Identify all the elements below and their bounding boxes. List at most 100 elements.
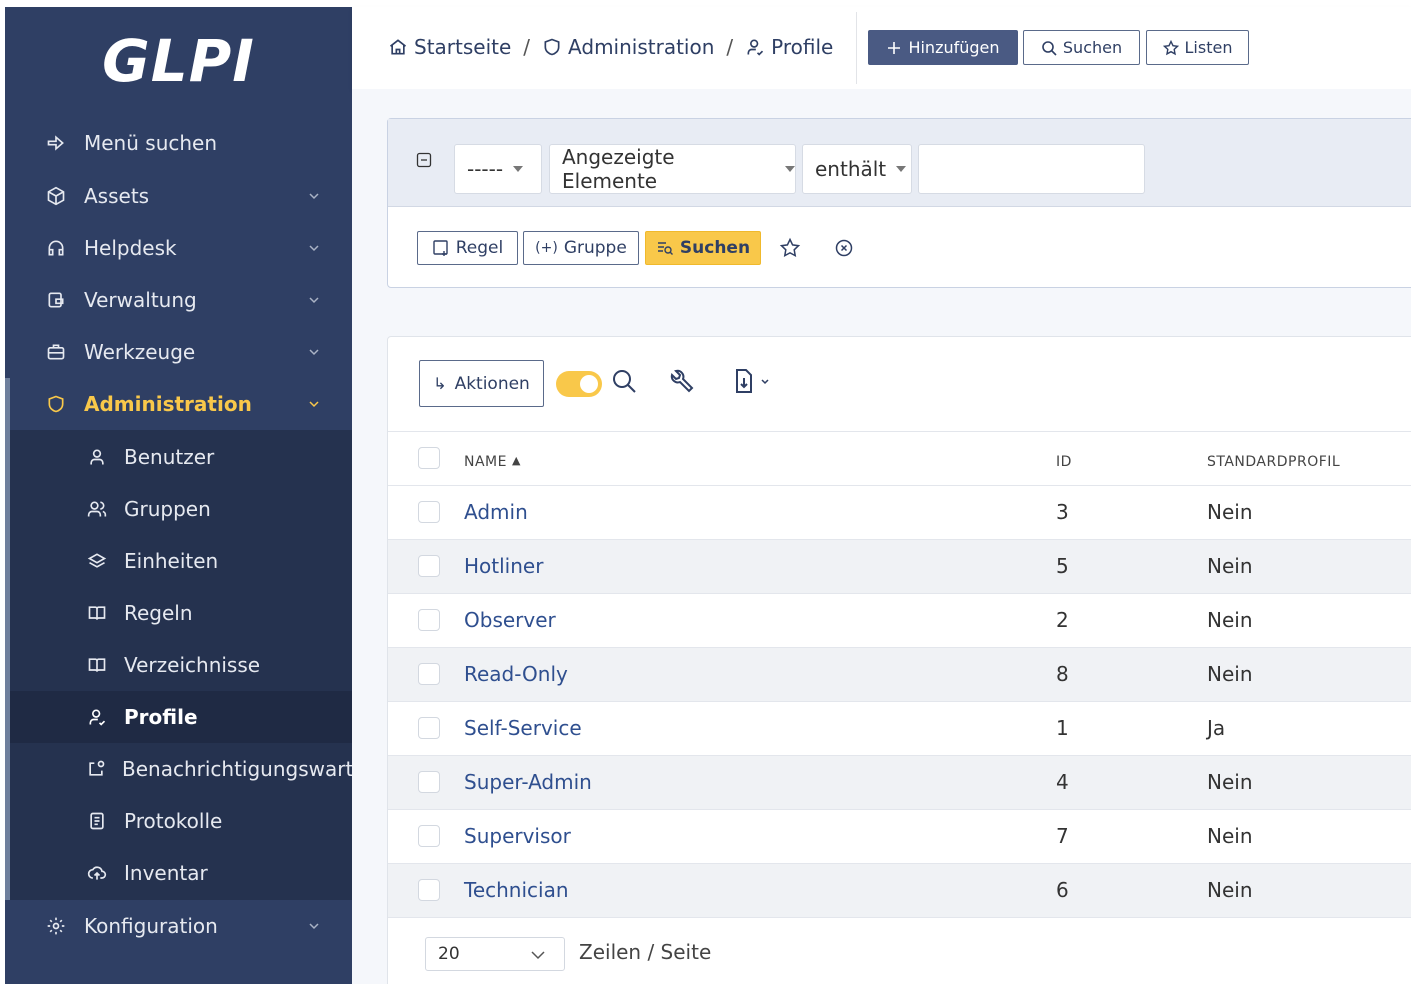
sidebar-item-protokolle[interactable]: Protokolle: [10, 795, 352, 847]
add-group-button[interactable]: (+) Gruppe: [523, 231, 639, 265]
home-icon: [389, 39, 407, 55]
row-checkbox[interactable]: [418, 555, 440, 577]
sort-asc-icon: ▲: [511, 454, 521, 467]
profile-name-link[interactable]: Observer: [464, 608, 556, 632]
sidebar-item-werkzeuge[interactable]: Werkzeuge: [5, 326, 352, 378]
export-icon[interactable]: [732, 367, 772, 395]
column-name-header[interactable]: NAME ▲: [464, 454, 521, 470]
sidebar-item-verzeichnisse[interactable]: Verzeichnisse: [10, 639, 352, 691]
sidebar-item-label: Menü suchen: [84, 131, 218, 155]
page-size-select[interactable]: 20: [425, 937, 565, 971]
add-rule-button[interactable]: Regel: [417, 231, 518, 265]
profile-id: 3: [1056, 500, 1069, 524]
sidebar-item-benutzer[interactable]: Benutzer: [10, 431, 352, 483]
profile-name-link[interactable]: Self-Service: [464, 716, 582, 740]
breadcrumb-administration[interactable]: Administration: [542, 35, 714, 59]
star-icon[interactable]: [779, 237, 801, 259]
lists-button[interactable]: Listen: [1146, 30, 1249, 65]
select-all-checkbox[interactable]: [418, 447, 440, 469]
sidebar-item-label: Einheiten: [124, 549, 219, 573]
sidebar-item-label: Gruppen: [124, 497, 211, 521]
search-toggle[interactable]: [556, 371, 602, 397]
profile-name-link[interactable]: Read-Only: [464, 662, 568, 686]
profile-name-link[interactable]: Admin: [464, 500, 528, 524]
row-checkbox[interactable]: [418, 771, 440, 793]
shield-icon: [544, 38, 560, 56]
profile-default: Nein: [1207, 500, 1253, 524]
shield-icon: [45, 393, 67, 415]
sidebar-item-label: Inventar: [124, 861, 208, 885]
add-button[interactable]: Hinzufügen: [868, 30, 1018, 65]
run-search-button[interactable]: Suchen: [645, 231, 761, 265]
row-checkbox[interactable]: [418, 879, 440, 901]
cloud-upload-icon: [86, 862, 108, 884]
sidebar-item-label: Konfiguration: [84, 914, 218, 938]
profile-default: Nein: [1207, 770, 1253, 794]
corner-arrow-icon: ↳: [433, 374, 447, 393]
sidebar-item-benachrichtigungswarteschlange[interactable]: Benachrichtigungswarte: [10, 743, 352, 795]
sidebar-item-administration[interactable]: Administration: [5, 378, 352, 430]
row-checkbox[interactable]: [418, 663, 440, 685]
sidebar-item-verwaltung[interactable]: Verwaltung: [5, 274, 352, 326]
profile-name-link[interactable]: Technician: [464, 878, 569, 902]
book-icon: [86, 602, 108, 624]
sidebar-item-konfiguration[interactable]: Konfiguration: [5, 900, 352, 952]
sidebar-item-inventar[interactable]: Inventar: [10, 847, 352, 899]
sidebar-item-label: Verwaltung: [84, 288, 197, 312]
results-panel: ↳ Aktionen NAME ▲ ID STANDARDPROFIL Admi…: [387, 336, 1411, 984]
briefcase-icon: [45, 341, 67, 363]
filter-search-icon: [657, 242, 673, 255]
reset-circle-icon[interactable]: [833, 237, 855, 259]
table-row: Super-Admin 4 Nein: [388, 756, 1411, 810]
operator-select[interactable]: enthält: [802, 144, 912, 194]
group-brackets-icon: (+): [535, 240, 558, 256]
profile-id: 7: [1056, 824, 1069, 848]
wrench-icon[interactable]: [667, 367, 695, 395]
row-checkbox[interactable]: [418, 717, 440, 739]
profile-id: 4: [1056, 770, 1069, 794]
profile-id: 6: [1056, 878, 1069, 902]
chevron-down-icon: [531, 951, 545, 960]
field-select[interactable]: -----: [454, 144, 542, 194]
glpi-logo[interactable]: GLPI: [5, 27, 352, 95]
row-checkbox[interactable]: [418, 609, 440, 631]
sidebar-item-helpdesk[interactable]: Helpdesk: [5, 222, 352, 274]
breadcrumb-home[interactable]: Startseite: [388, 35, 511, 59]
sidebar-item-profile[interactable]: Profile: [10, 691, 352, 743]
chevron-down-icon: [309, 297, 319, 304]
profile-name-link[interactable]: Hotliner: [464, 554, 543, 578]
chevron-down-icon: [309, 401, 319, 408]
field-name-select[interactable]: Angezeigte Elemente: [549, 144, 796, 194]
box-icon: [45, 185, 67, 207]
sidebar-item-menu-search[interactable]: Menü suchen: [5, 117, 352, 169]
row-checkbox[interactable]: [418, 825, 440, 847]
sidebar-item-einheiten[interactable]: Einheiten: [10, 535, 352, 587]
column-default-header[interactable]: STANDARDPROFIL: [1207, 454, 1340, 470]
search-icon[interactable]: [610, 367, 638, 395]
column-id-header[interactable]: ID: [1056, 454, 1072, 470]
sidebar-item-assets[interactable]: Assets: [5, 170, 352, 222]
row-checkbox[interactable]: [418, 501, 440, 523]
sidebar-item-label: Helpdesk: [84, 236, 177, 260]
search-criteria-row: ----- Angezeigte Elemente enthält: [388, 119, 1411, 207]
breadcrumb-profile[interactable]: Profile: [745, 35, 833, 59]
sidebar-item-label: Profile: [124, 705, 198, 729]
profile-default: Nein: [1207, 554, 1253, 578]
breadcrumb-separator: /: [523, 35, 531, 59]
gear-icon: [45, 915, 67, 937]
search-button[interactable]: Suchen: [1023, 30, 1140, 65]
search-value-input[interactable]: [918, 144, 1145, 194]
search-panel: ----- Angezeigte Elemente enthält Regel …: [387, 118, 1411, 288]
sidebar-item-regeln[interactable]: Regeln: [10, 587, 352, 639]
sidebar-item-gruppen[interactable]: Gruppen: [10, 483, 352, 535]
profile-name-link[interactable]: Supervisor: [464, 824, 571, 848]
collapse-icon[interactable]: [416, 152, 432, 168]
plus-icon: [888, 41, 901, 54]
profile-id: 5: [1056, 554, 1069, 578]
profile-default: Nein: [1207, 662, 1253, 686]
user-check-icon: [747, 39, 764, 56]
sidebar-item-label: Assets: [84, 184, 150, 208]
caret-down-icon: [785, 166, 795, 172]
profile-name-link[interactable]: Super-Admin: [464, 770, 592, 794]
actions-button[interactable]: ↳ Aktionen: [419, 360, 544, 407]
